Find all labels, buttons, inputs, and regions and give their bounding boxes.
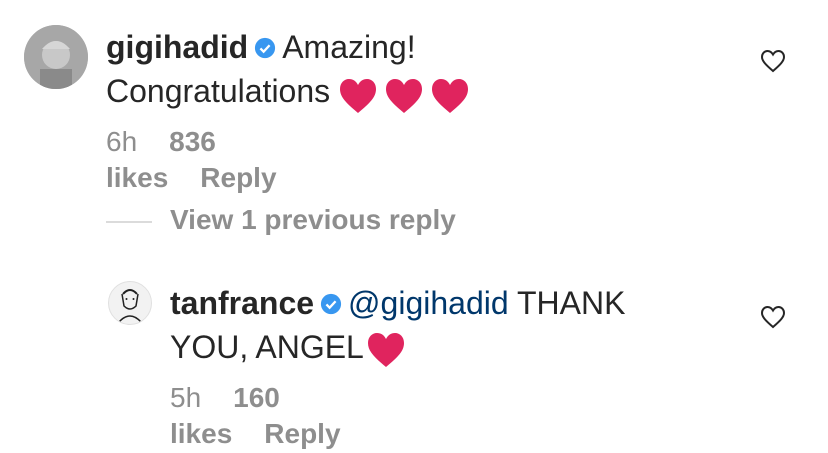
profile-illustration-icon bbox=[118, 289, 142, 323]
heart-emoji-icon bbox=[340, 79, 377, 114]
username[interactable]: tanfrance bbox=[170, 285, 314, 321]
comment-line-1: Amazing! bbox=[282, 29, 416, 65]
reply-time: 5h bbox=[170, 382, 202, 413]
verified-badge-icon bbox=[255, 37, 276, 58]
divider bbox=[106, 220, 152, 223]
like-heart-icon[interactable] bbox=[760, 305, 786, 329]
view-previous-replies[interactable]: View 1 previous reply bbox=[106, 202, 456, 238]
comment-time: 6h bbox=[106, 126, 138, 157]
verified-badge-icon bbox=[320, 293, 342, 314]
reply-line-1: THANK bbox=[516, 285, 626, 321]
reply-button[interactable]: Reply bbox=[264, 418, 340, 449]
mention-link[interactable]: @gigihadid bbox=[348, 285, 509, 321]
comment-meta: 6h 836 likes Reply bbox=[106, 124, 309, 196]
reply-text: tanfrance @gigihadid THANK YOU, ANGEL bbox=[170, 281, 730, 369]
reply-line-2: YOU, ANGEL bbox=[170, 329, 364, 365]
heart-emojis bbox=[338, 72, 476, 116]
profile-photo-icon bbox=[24, 25, 88, 89]
heart-emoji-icon bbox=[386, 79, 423, 114]
view-replies-label[interactable]: View 1 previous reply bbox=[170, 204, 456, 235]
reply-meta: 5h 160 likes Reply bbox=[170, 380, 373, 452]
avatar[interactable] bbox=[24, 25, 88, 89]
username[interactable]: gigihadid bbox=[106, 29, 248, 65]
heart-emoji-icon bbox=[367, 332, 404, 367]
reply-button[interactable]: Reply bbox=[200, 162, 276, 193]
avatar[interactable] bbox=[108, 281, 152, 325]
like-heart-icon[interactable] bbox=[760, 49, 786, 73]
heart-emoji-icon bbox=[432, 79, 469, 114]
comment-text: gigihadid Amazing! Congratulations bbox=[106, 25, 726, 116]
comment-line-2: Congratulations bbox=[106, 73, 331, 109]
